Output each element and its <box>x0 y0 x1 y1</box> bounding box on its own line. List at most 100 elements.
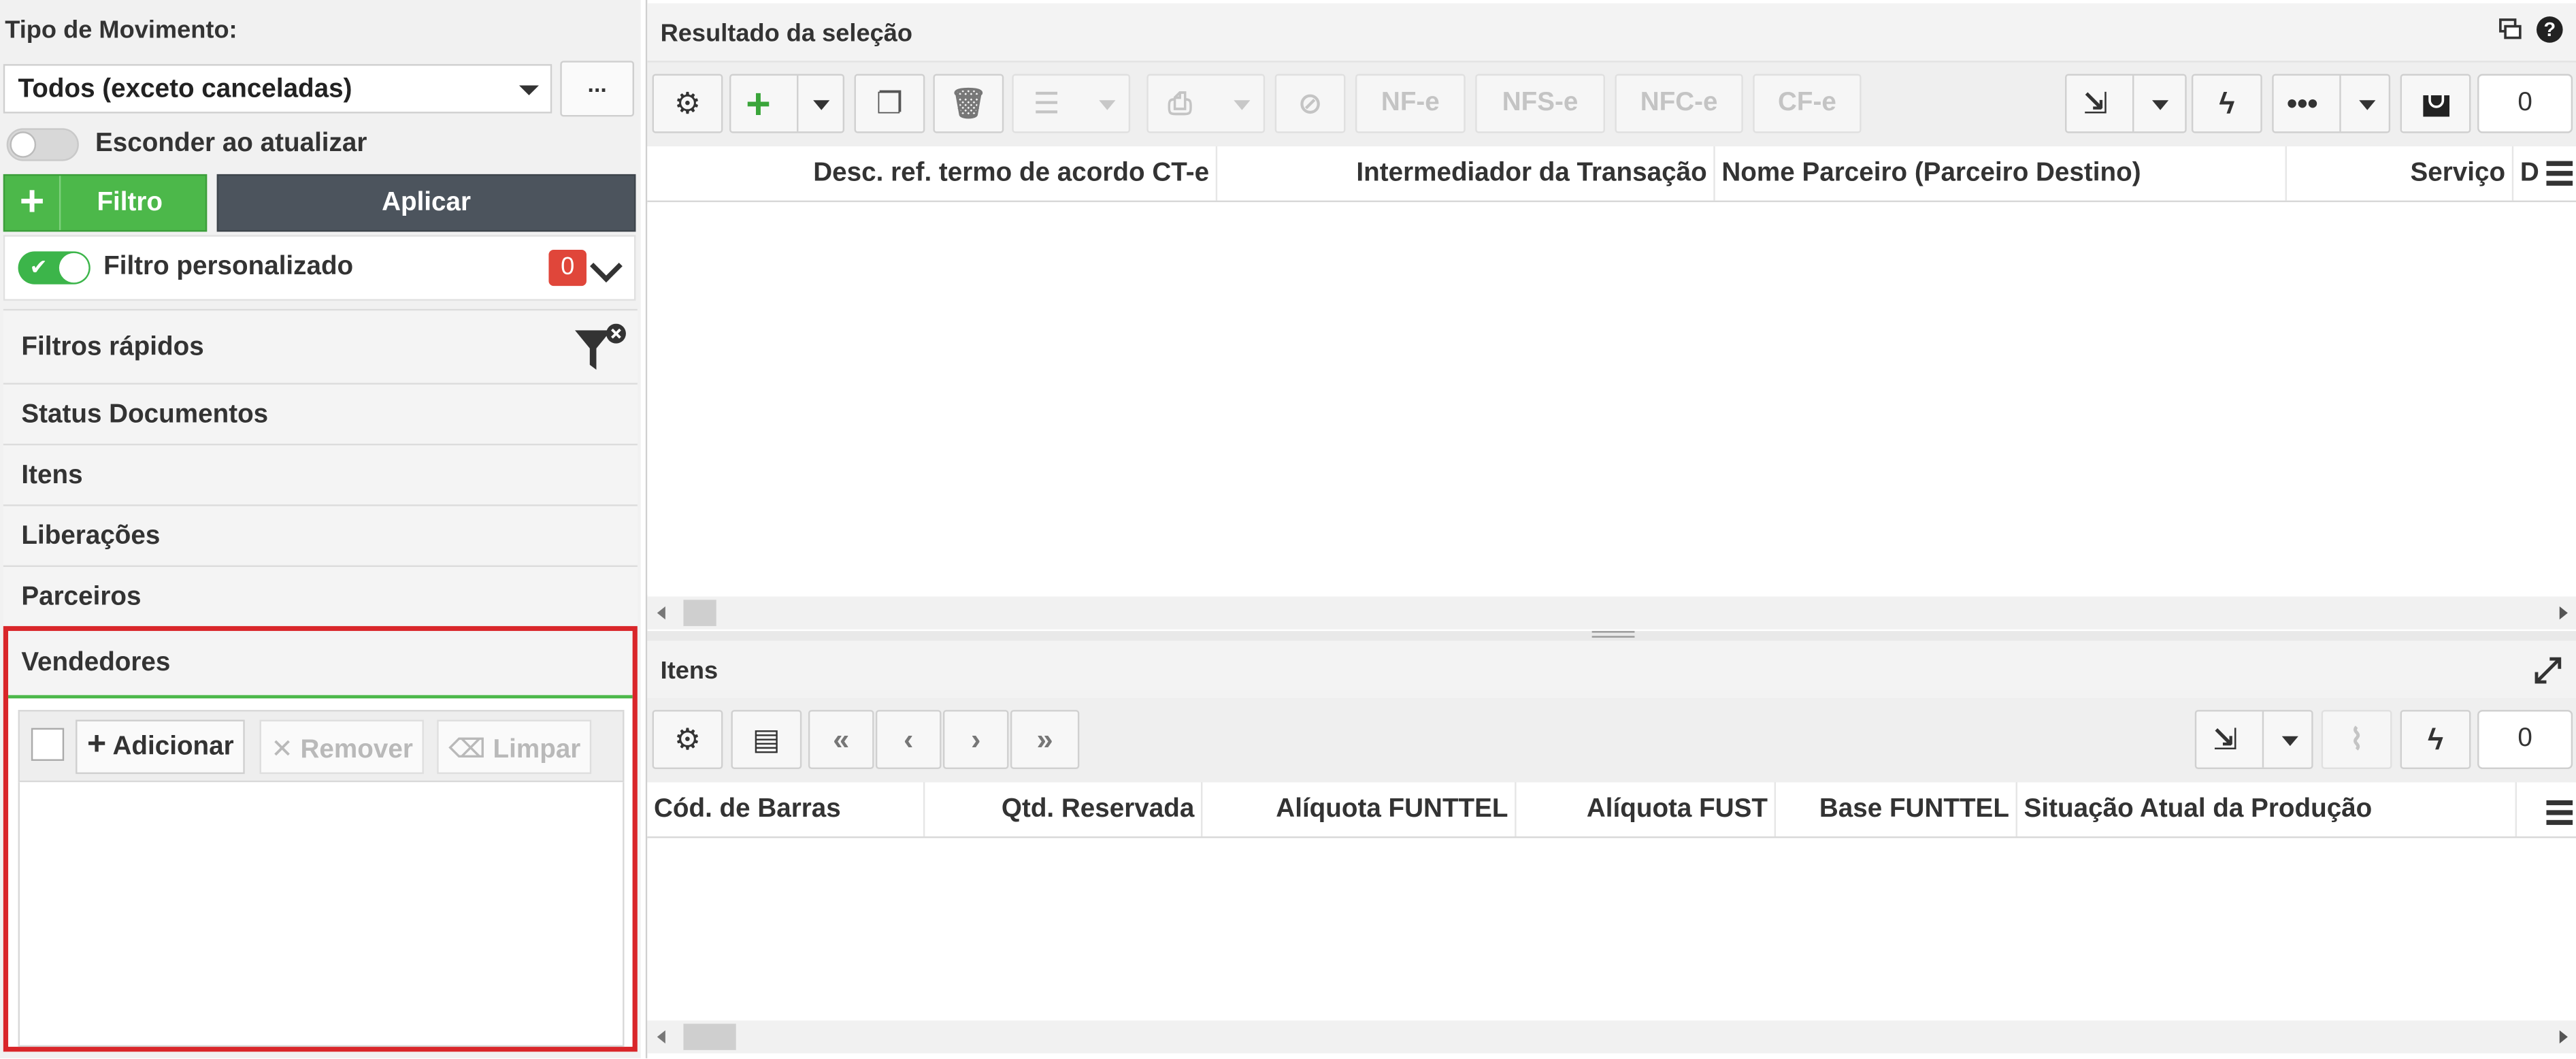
section-parceiros[interactable]: Parceiros <box>3 565 638 626</box>
tipo-movimento-value: Todos (exceto canceladas) <box>18 76 352 104</box>
result-grid-body[interactable] <box>647 203 2576 596</box>
column-header[interactable]: Cód. de Barras <box>647 782 925 836</box>
copy-button[interactable]: ❐ <box>854 74 925 133</box>
result-horizontal-scrollbar[interactable] <box>647 596 2576 630</box>
column-header[interactable]: D <box>2513 146 2546 201</box>
document-status-button[interactable]: ⊘ <box>1274 74 1346 133</box>
help-icon[interactable]: ? <box>2536 16 2563 43</box>
section-liberacoes[interactable]: Liberações <box>3 504 638 566</box>
tipo-movimento-select[interactable]: Todos (exceto canceladas) <box>3 64 552 114</box>
actions-button[interactable]: ϟ <box>2191 74 2262 133</box>
delete-button[interactable]: 🗑 <box>933 74 1004 133</box>
custom-filter-count-badge: 0 <box>548 250 587 287</box>
prev-page-icon: ‹ <box>903 723 914 756</box>
cfe-button[interactable]: CF-e <box>1753 74 1862 133</box>
column-header[interactable]: Situação Atual da Produção <box>2017 782 2517 836</box>
bag-icon <box>2422 95 2449 117</box>
trash-icon: 🗑 <box>949 86 987 120</box>
items-count: 0 <box>2477 710 2573 769</box>
cfe-label: CF-e <box>1778 88 1836 117</box>
items-actions-button[interactable]: ϟ <box>2400 710 2471 769</box>
backspace-icon: ⌫ <box>448 736 486 764</box>
items-title-text: Itens <box>660 657 719 685</box>
chevron-down-icon <box>518 85 539 96</box>
items-list-button[interactable]: ▤ <box>731 710 802 769</box>
copy-icon: ❐ <box>876 86 903 120</box>
section-filtros-rapidos[interactable]: Filtros rápidos <box>3 308 638 383</box>
print-button[interactable]: ⎙ <box>1146 74 1266 133</box>
clear-vendedor-label: Limpar <box>493 736 581 764</box>
select-all-checkbox[interactable] <box>31 728 65 761</box>
add-button[interactable]: + <box>729 74 845 133</box>
expand-icon[interactable] <box>2533 655 2562 685</box>
attach-button[interactable]: ⌇ <box>2321 710 2392 769</box>
plus-icon: + <box>86 726 107 763</box>
column-header[interactable]: Alíquota FUNTTEL <box>1202 782 1517 836</box>
funnel-clear-icon[interactable] <box>572 323 631 373</box>
plus-icon: + <box>746 78 771 129</box>
nfe-label: NF-e <box>1381 88 1440 117</box>
clear-vendedor-button[interactable]: ⌫ Limpar <box>437 719 593 775</box>
columns-menu-icon[interactable] <box>2546 156 2573 191</box>
result-title-text: Resultado da seleção <box>660 19 913 48</box>
print-icon: ⎙ <box>1168 86 1192 120</box>
vendedores-toolbar: + Adicionar ✕ Remover ⌫ Limpar <box>18 710 625 783</box>
columns-menu-icon[interactable] <box>2546 796 2573 830</box>
last-page-button[interactable]: » <box>1010 710 1080 769</box>
vendedores-list[interactable] <box>18 782 625 1047</box>
document-block-icon: ⊘ <box>1298 86 1323 120</box>
lightning-icon: ϟ <box>2427 723 2444 756</box>
filter-sidebar: Tipo de Movimento: Todos (exceto cancela… <box>0 0 641 1058</box>
nfce-button[interactable]: NFC-e <box>1615 74 1743 133</box>
more-options-button[interactable]: ••• <box>2272 74 2391 133</box>
window-icon[interactable] <box>2498 18 2522 42</box>
column-header[interactable]: Qtd. Reservada <box>925 782 1203 836</box>
column-header[interactable]: Alíquota FUST <box>1517 782 1777 836</box>
nfse-button[interactable]: NFS-e <box>1475 74 1605 133</box>
list-dropdown-button[interactable]: ☰ <box>1012 74 1131 133</box>
apply-button[interactable]: Aplicar <box>216 174 636 232</box>
add-filter-button[interactable]: + Filtro <box>3 174 208 232</box>
custom-filter-label: Filtro personalizado <box>103 252 354 281</box>
section-status-documentos[interactable]: Status Documentos <box>3 382 638 444</box>
export-button[interactable]: ⇲ <box>2065 74 2187 133</box>
nfse-label: NFS-e <box>1502 88 1579 117</box>
prev-page-button[interactable]: ‹ <box>875 710 942 769</box>
column-header[interactable]: Intermediador da Transação <box>1217 146 1715 201</box>
items-horizontal-scrollbar[interactable] <box>647 1020 2576 1054</box>
section-label: Liberações <box>21 522 161 551</box>
section-label: Status Documentos <box>21 401 269 429</box>
gear-icon: ⚙ <box>674 86 701 120</box>
hide-on-refresh-toggle[interactable] <box>6 128 79 161</box>
ellipsis-icon: ••• <box>2286 86 2318 120</box>
result-count: 0 <box>2477 74 2573 133</box>
column-header[interactable]: Serviço <box>2287 146 2514 201</box>
column-header[interactable]: Desc. ref. termo de acordo CT-e <box>647 146 1218 201</box>
settings-button[interactable]: ⚙ <box>652 74 723 133</box>
section-vendedores-header[interactable]: Vendedores <box>8 631 633 699</box>
list-icon: ▤ <box>752 723 780 756</box>
bag-button[interactable] <box>2400 74 2471 133</box>
nfce-label: NFC-e <box>1640 88 1718 117</box>
items-toolbar: ⚙ ▤ « ‹ › » ⇲ ⌇ ϟ 0 <box>647 698 2576 784</box>
column-header[interactable]: Base FUNTTEL <box>1776 782 2018 836</box>
items-grid-body[interactable] <box>647 839 2576 1021</box>
section-itens[interactable]: Itens <box>3 443 638 505</box>
column-header[interactable]: Nome Parceiro (Parceiro Destino) <box>1715 146 2287 201</box>
first-page-button[interactable]: « <box>808 710 874 769</box>
items-settings-button[interactable]: ⚙ <box>652 710 723 769</box>
result-grid-header: Desc. ref. termo de acordo CT-e Intermed… <box>647 146 2576 202</box>
add-vendedor-label: Adicionar <box>112 732 234 761</box>
close-icon: ✕ <box>271 736 293 764</box>
add-vendedor-button[interactable]: + Adicionar <box>76 719 246 775</box>
items-grid-header: Cód. de Barras Qtd. Reservada Alíquota F… <box>647 782 2576 838</box>
export-icon: ⇲ <box>2213 723 2238 756</box>
next-page-button[interactable]: › <box>942 710 1009 769</box>
panel-splitter[interactable] <box>647 631 2576 641</box>
items-panel-title: Itens <box>647 640 2576 700</box>
tipo-movimento-more-button[interactable]: ... <box>560 61 634 117</box>
items-export-button[interactable]: ⇲ <box>2194 710 2313 769</box>
remove-vendedor-button[interactable]: ✕ Remover <box>259 719 425 775</box>
custom-filter-toggle[interactable]: ✔ <box>18 251 90 284</box>
nfe-button[interactable]: NF-e <box>1355 74 1466 133</box>
